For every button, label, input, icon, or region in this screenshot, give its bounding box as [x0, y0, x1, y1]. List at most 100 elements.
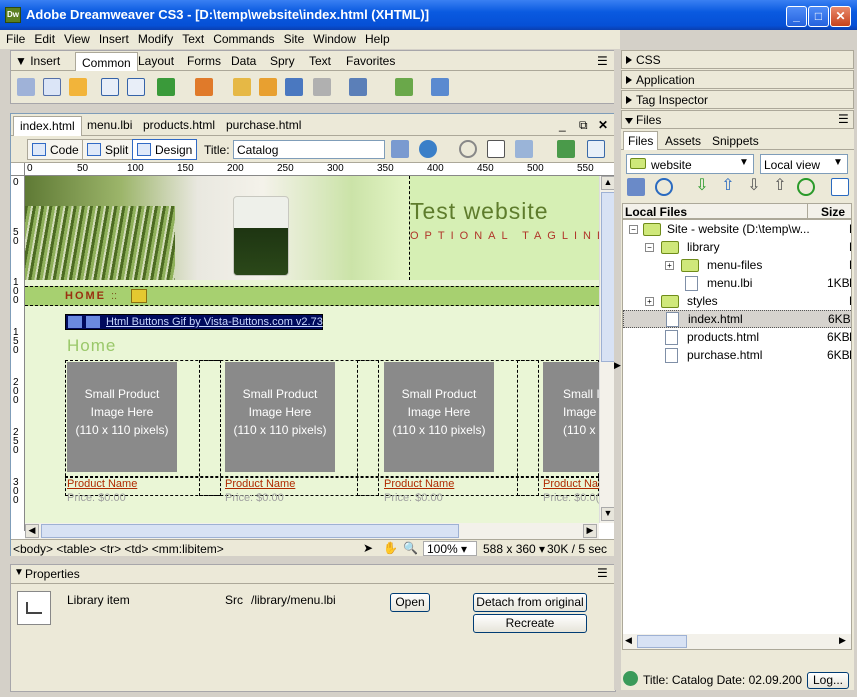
- tab-common[interactable]: Common: [75, 52, 138, 71]
- tree-row-purchase-html[interactable]: purchase.html 6KB F: [623, 346, 851, 364]
- image-icon[interactable]: [157, 78, 175, 96]
- product-image-4[interactable]: Small I Image (110 x 11: [543, 362, 599, 472]
- split-view-button[interactable]: Split: [82, 139, 134, 160]
- properties-header[interactable]: ▼ Properties ☰: [11, 565, 615, 584]
- tab-text[interactable]: Text: [309, 54, 331, 68]
- email-link-icon[interactable]: [43, 78, 61, 96]
- collapse-arrow-icon[interactable]: ▶: [614, 360, 621, 371]
- menu-view[interactable]: View: [58, 30, 93, 49]
- menu-window[interactable]: Window: [307, 30, 359, 49]
- scroll-down-icon[interactable]: ▼: [601, 507, 615, 521]
- column-divider[interactable]: [807, 203, 808, 219]
- menu-insert[interactable]: Insert: [93, 30, 132, 49]
- scroll-left-icon[interactable]: ◀: [25, 524, 39, 538]
- refresh-icon[interactable]: [655, 178, 673, 196]
- design-view-button[interactable]: Design: [132, 139, 198, 160]
- zoom-select[interactable]: 100% ▾: [423, 541, 477, 556]
- product-image-2[interactable]: Small Product Image Here (110 x 110 pixels…: [225, 362, 335, 472]
- menu-modify[interactable]: Modify: [132, 30, 176, 49]
- scroll-left-icon[interactable]: ◀: [625, 635, 632, 646]
- product-image-3[interactable]: Small Product Image Here (110 x 110 pixels…: [384, 362, 494, 472]
- horizontal-scroll-thumb[interactable]: [637, 635, 687, 648]
- page-title-input[interactable]: Catalog: [233, 140, 385, 159]
- tab-favorites[interactable]: Favorites: [346, 54, 395, 68]
- tab-forms[interactable]: Forms: [187, 54, 221, 68]
- product-image-1[interactable]: Small Product Image Here (110 x 110 pixels…: [67, 362, 177, 472]
- doc-close-icon[interactable]: ✕: [598, 118, 608, 132]
- design-view[interactable]: Test website OPTIONAL TAGLINE HOME :: Ht…: [25, 176, 599, 523]
- menu-site[interactable]: Site: [278, 30, 308, 49]
- css-panel-header[interactable]: CSS: [621, 50, 854, 69]
- preview-browser-icon[interactable]: [419, 140, 437, 158]
- script-icon[interactable]: [349, 78, 367, 96]
- doc-restore-icon[interactable]: ⧉: [579, 118, 588, 133]
- size-column[interactable]: Size: [821, 205, 845, 219]
- server-side-include-icon[interactable]: [259, 78, 277, 96]
- files-panel-header[interactable]: Files ☰: [621, 110, 854, 129]
- doc-tab-menu[interactable]: menu.lbi: [87, 118, 132, 132]
- comment-icon[interactable]: [285, 78, 303, 96]
- media-icon[interactable]: [195, 78, 213, 96]
- panel-options-icon[interactable]: ☰: [597, 54, 608, 68]
- tag-inspector-panel-header[interactable]: Tag Inspector: [621, 90, 854, 109]
- banner-link-text[interactable]: Html Buttons Gif by Vista-Buttons.com v2…: [106, 316, 323, 328]
- tab-data[interactable]: Data: [231, 54, 256, 68]
- tab-files[interactable]: Files: [623, 131, 659, 150]
- files-tree[interactable]: − Site - website (D:\temp\w... F − libra…: [622, 219, 852, 650]
- table-icon[interactable]: [101, 78, 119, 96]
- vista-buttons-banner[interactable]: Html Buttons Gif by Vista-Buttons.com v2…: [65, 314, 323, 330]
- panel-options-icon[interactable]: ☰: [597, 566, 608, 580]
- application-panel-header[interactable]: Application: [621, 70, 854, 89]
- horizontal-scroll-thumb[interactable]: [41, 524, 459, 538]
- product-name-link[interactable]: Product Name: [543, 478, 599, 490]
- tab-layout[interactable]: Layout: [138, 54, 174, 68]
- doc-tab-index[interactable]: index.html: [13, 116, 82, 136]
- check-browser-icon[interactable]: [587, 140, 605, 158]
- select-tool-icon[interactable]: ➤: [363, 541, 373, 555]
- zoom-tool-icon[interactable]: 🔍: [403, 541, 418, 555]
- tab-snippets[interactable]: Snippets: [712, 134, 759, 148]
- validate-markup-icon[interactable]: [557, 140, 575, 158]
- panel-splitter[interactable]: ▶: [614, 50, 621, 690]
- panel-options-icon[interactable]: ☰: [838, 112, 849, 126]
- maximize-button[interactable]: □: [808, 6, 829, 27]
- tag-selector[interactable]: <body> <table> <tr> <td> <mm:libitem>: [13, 542, 224, 556]
- tab-spry[interactable]: Spry: [270, 54, 295, 68]
- view-select[interactable]: Local view ▼: [760, 154, 848, 174]
- check-in-icon[interactable]: ⇧: [771, 178, 789, 196]
- tree-row-products-html[interactable]: products.html 6KB F: [623, 328, 851, 346]
- menu-commands[interactable]: Commands: [207, 30, 277, 49]
- tag-chooser-icon[interactable]: [431, 78, 449, 96]
- head-icon[interactable]: [313, 78, 331, 96]
- doc-tab-purchase[interactable]: purchase.html: [226, 118, 301, 132]
- connect-icon[interactable]: [627, 178, 645, 196]
- expand-icon[interactable]: +: [665, 261, 674, 270]
- hyperlink-icon[interactable]: [17, 78, 35, 96]
- site-select[interactable]: website ▼: [626, 154, 754, 174]
- tree-row-menu-lbi[interactable]: menu.lbi 1KB L: [623, 274, 851, 292]
- templates-icon[interactable]: [395, 78, 413, 96]
- minimize-button[interactable]: _: [786, 6, 807, 27]
- open-button[interactable]: Open: [390, 593, 430, 612]
- close-button[interactable]: ✕: [830, 6, 851, 27]
- tree-row-index-html[interactable]: index.html 6KB F: [623, 310, 851, 328]
- layer-icon[interactable]: [127, 78, 145, 96]
- scroll-right-icon[interactable]: ▶: [839, 635, 846, 646]
- hand-tool-icon[interactable]: ✋: [383, 541, 398, 555]
- recreate-button[interactable]: Recreate: [473, 614, 587, 633]
- menu-text[interactable]: Text: [176, 30, 207, 49]
- collapse-icon[interactable]: −: [645, 243, 654, 252]
- detach-from-original-button[interactable]: Detach from original: [473, 593, 587, 612]
- collapse-icon[interactable]: −: [629, 225, 638, 234]
- horizontal-scrollbar[interactable]: ◀ ▶: [25, 523, 599, 539]
- ruler-origin[interactable]: [11, 163, 25, 176]
- get-files-icon[interactable]: ⇩: [693, 178, 711, 196]
- date-icon[interactable]: [233, 78, 251, 96]
- tree-row-library[interactable]: − library F: [623, 238, 851, 256]
- tree-row-menu-files[interactable]: + menu-files F: [623, 256, 851, 274]
- tab-assets[interactable]: Assets: [665, 134, 701, 148]
- refresh-icon[interactable]: [459, 140, 477, 158]
- scroll-up-icon[interactable]: ▲: [601, 176, 615, 190]
- product-name-link[interactable]: Product Name: [67, 478, 137, 490]
- product-name-link[interactable]: Product Name: [384, 478, 454, 490]
